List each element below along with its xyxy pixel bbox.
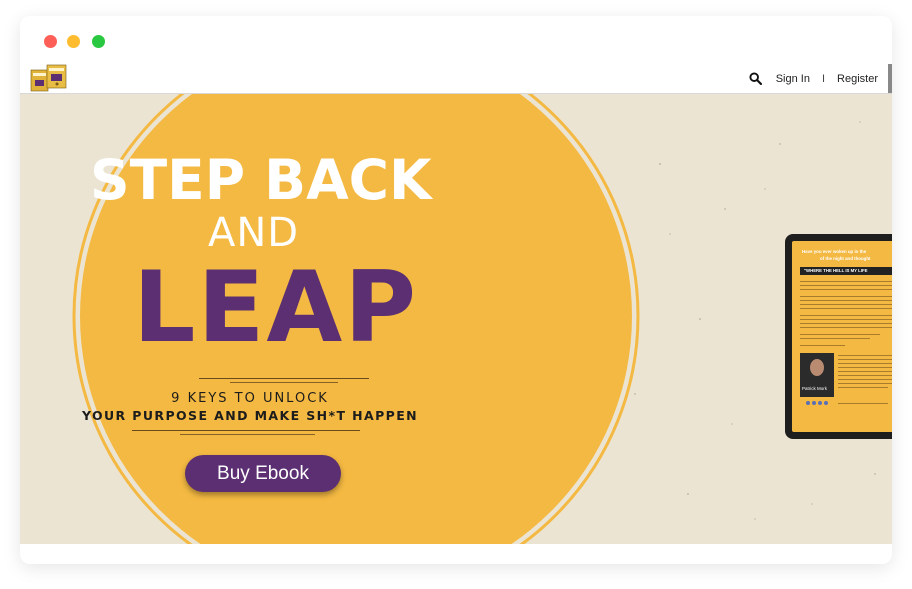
author-name: Patrick Mork xyxy=(802,386,828,391)
preview-text-line xyxy=(800,289,892,291)
hero-banner: STEP BACK AND LEAP 9 KEYS TO UNLOCK YOUR… xyxy=(20,94,892,544)
hero-subtitle-line2: YOUR PURPOSE AND MAKE SH*T HAPPEN xyxy=(81,408,419,423)
preview-text-line xyxy=(838,371,892,373)
sign-in-link[interactable]: Sign In xyxy=(776,73,810,85)
buy-ebook-button[interactable]: Buy Ebook xyxy=(185,455,341,492)
maximize-window-button[interactable] xyxy=(92,35,105,48)
preview-text-line xyxy=(800,323,892,325)
preview-text-line xyxy=(838,379,892,381)
nav-separator: I xyxy=(821,72,826,85)
social-icons xyxy=(806,401,828,405)
preview-text-line xyxy=(800,304,892,306)
preview-text-line xyxy=(838,363,892,365)
author-photo: Patrick Mork xyxy=(800,353,834,397)
close-window-button[interactable] xyxy=(44,35,57,48)
scrollbar[interactable] xyxy=(888,64,892,93)
preview-text-line xyxy=(838,383,892,385)
preview-text-line xyxy=(838,387,888,389)
social-icon xyxy=(824,401,828,405)
book-covers-logo[interactable] xyxy=(30,64,68,92)
preview-text-line xyxy=(800,345,845,347)
preview-banner: "WHERE THE HELL IS MY LIFE xyxy=(800,267,892,275)
preview-heading-line1: Have you ever woken up in the xyxy=(802,249,867,254)
preview-text-line xyxy=(800,334,880,336)
title-bar xyxy=(20,16,892,64)
site-navbar: Sign In I Register xyxy=(20,64,892,94)
ebook-tablet-preview: Have you ever woken up in the of the nig… xyxy=(785,234,892,439)
social-icon xyxy=(812,401,816,405)
nav-actions: Sign In I Register xyxy=(749,64,878,93)
preview-text-line xyxy=(800,285,892,287)
browser-window: Sign In I Register STEP BACK AND LEAP 9 … xyxy=(20,16,892,564)
hero-subtitle-line1: 9 KEYS TO UNLOCK xyxy=(171,391,329,406)
hero-title-line1: STEP BACK xyxy=(90,148,432,212)
search-icon[interactable] xyxy=(749,72,762,85)
preview-text-line xyxy=(838,367,892,369)
tablet-screen: Have you ever woken up in the of the nig… xyxy=(792,241,892,432)
preview-text-line xyxy=(838,403,888,405)
author-face xyxy=(810,359,824,376)
preview-text-line xyxy=(800,327,892,329)
preview-text-line xyxy=(800,308,892,310)
preview-heading-line2: of the night and thought xyxy=(820,256,871,261)
minimize-window-button[interactable] xyxy=(67,35,80,48)
preview-text-line xyxy=(800,315,892,317)
hero-title-line3: LEAP xyxy=(133,251,419,365)
preview-text-line xyxy=(800,281,892,283)
social-icon xyxy=(806,401,810,405)
preview-text-line xyxy=(838,359,892,361)
social-icon xyxy=(818,401,822,405)
preview-text-line xyxy=(800,296,892,298)
preview-text-line xyxy=(838,375,892,377)
hero-title-line2: AND xyxy=(208,210,300,256)
preview-text-line xyxy=(800,338,870,340)
preview-text-line xyxy=(838,355,892,357)
preview-text-line xyxy=(800,300,892,302)
preview-text-line xyxy=(800,319,892,321)
register-link[interactable]: Register xyxy=(837,73,878,85)
